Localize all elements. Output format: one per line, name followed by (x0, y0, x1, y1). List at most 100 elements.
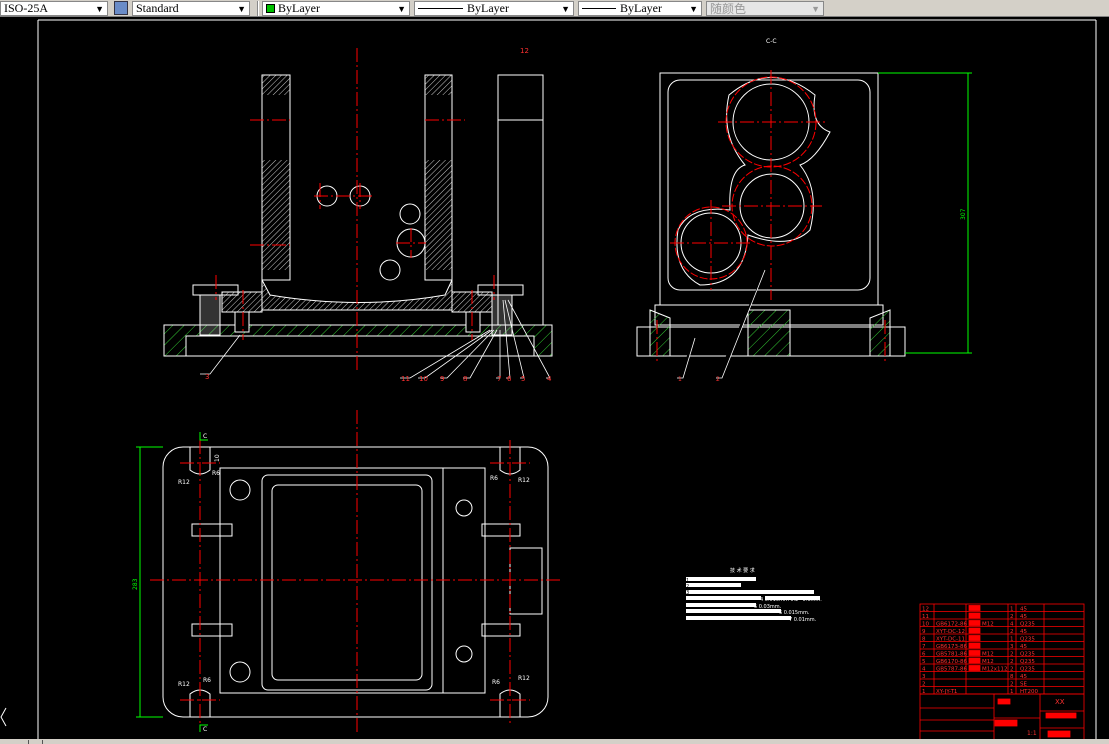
parts-cell-code: XY-JY-T1 (936, 689, 957, 695)
parts-cell-no: 2 (922, 681, 926, 687)
technical-requirements: 技 术 要 求 1 2 3 4 0.015mm 0.2~0.6mm. 5 0.0… (686, 567, 822, 623)
radius-label: R6 (212, 470, 220, 477)
balloon-1: 1 (678, 376, 682, 383)
parts-cell-mat: Q235 (1020, 636, 1035, 642)
parts-cell-no: 5 (922, 659, 926, 665)
dimension-307: 307 (960, 208, 967, 220)
tab-layout[interactable] (42, 740, 96, 744)
dimstyle-dropdown[interactable]: ISO-25A ▼ (0, 0, 108, 16)
chevron-down-icon: ▼ (397, 3, 406, 14)
parts-name-redacted (968, 642, 981, 649)
parts-cell-mat: Q235 (1020, 621, 1035, 627)
parts-cell-code: GB6173-86 (936, 644, 968, 650)
parts-cell-qty: 3 (1010, 644, 1014, 650)
parts-cell-qty: 2 (1010, 629, 1014, 635)
cut-label-bottom: C (203, 726, 207, 733)
parts-cell-qty: 1 (1010, 606, 1014, 612)
radius-label: R12 (518, 477, 530, 484)
parts-cell-code: GB5787-86 (936, 666, 968, 672)
dimension-10: 10 (214, 454, 221, 462)
toolbar-separator (257, 0, 259, 16)
linetype-preview (418, 7, 463, 9)
parts-cell-qty: 2 (1010, 614, 1014, 620)
parts-cell-no: 7 (922, 644, 926, 650)
parts-name-redacted (968, 605, 981, 611)
chevron-down-icon: ▼ (237, 3, 246, 14)
parts-name-redacted (968, 612, 981, 619)
parts-cell-no: 10 (922, 621, 929, 627)
parts-cell-qty: 1 (1010, 636, 1014, 642)
chevron-down-icon: ▼ (561, 3, 570, 14)
parts-name-redacted (968, 635, 981, 641)
parts-cell-mat: 45 (1020, 606, 1027, 612)
lineweight-dropdown[interactable]: ByLayer ▼ (578, 0, 702, 16)
parts-cell-qty: 1 (1010, 689, 1014, 695)
tech-line: 7 0.01mm. (789, 617, 817, 623)
parts-name-redacted (968, 657, 981, 664)
text-style-icon[interactable] (114, 1, 128, 15)
tech-title: 技 术 要 求 (730, 567, 755, 574)
parts-cell-mat: 45 (1020, 629, 1027, 635)
tech-line: 3 (686, 590, 689, 596)
plotstyle-dropdown: 随颜色 ▼ (706, 0, 824, 16)
color-swatch-icon (266, 3, 275, 13)
side-view: C-C 307 1 2 (636, 38, 972, 383)
parts-cell-no: 6 (922, 651, 926, 657)
parts-cell-spec: M12x112 (982, 666, 1008, 672)
front-view: 12 3 11 10 9 8 7 6 5 4 (163, 47, 553, 383)
parts-cell-code: GB5781-86 (936, 651, 968, 657)
properties-toolbar: ISO-25A ▼ Standard ▼ ByLayer ▼ ByLayer ▼ ByL… (0, 0, 1109, 17)
balloon-7: 7 (497, 375, 501, 383)
parts-name-redacted (968, 620, 981, 626)
radius-label: R6 (490, 475, 498, 482)
parts-cell-mat: Q235 (1020, 651, 1035, 657)
parts-cell-mat: HT200 (1020, 689, 1038, 695)
title-block: XX 1:1 12 1 4511 2 4510 GB6172-86 M12 4 Q2359 XYT… (919, 603, 1085, 739)
drawing-canvas[interactable]: 12 3 11 10 9 8 7 6 5 4 C-C 307 1 2 283 C… (0, 17, 1109, 739)
tech-line: 4 0.015mm 0.2~0.6mm. (760, 597, 822, 603)
scroll-left-icon[interactable] (0, 707, 7, 727)
balloon-4: 4 (547, 375, 552, 383)
parts-cell-qty: 2 (1010, 681, 1014, 687)
balloon-12: 12 (520, 47, 529, 55)
radius-label: R12 (518, 675, 530, 682)
balloon-5: 5 (521, 375, 525, 383)
parts-cell-no: 8 (922, 636, 926, 642)
parts-cell-spec: M12 (982, 651, 994, 657)
tech-line: 6 0.015mm. (779, 610, 810, 616)
balloon-3: 3 (205, 373, 209, 381)
parts-name-redacted (968, 627, 981, 634)
drawing-scale: 1:1 (1027, 730, 1037, 737)
balloon-9: 9 (440, 375, 444, 383)
parts-cell-qty: 8 (1010, 674, 1014, 680)
tab-model[interactable] (28, 740, 42, 744)
parts-cell-spec: M12 (982, 621, 994, 627)
parts-cell-mat: 45 (1020, 674, 1027, 680)
parts-cell-code: GB6170-86 (936, 659, 968, 665)
parts-cell-mat: Q235 (1020, 659, 1035, 665)
section-label: C-C (766, 38, 777, 45)
textstyle-dropdown[interactable]: Standard ▼ (132, 0, 250, 16)
parts-name-redacted (968, 665, 981, 671)
layout-tabs-bar (0, 739, 1109, 744)
parts-cell-mat: 45 (1020, 614, 1027, 620)
parts-cell-qty: 2 (1010, 666, 1014, 672)
radius-label: R12 (178, 479, 190, 486)
chevron-down-icon: ▼ (95, 3, 104, 14)
chevron-down-icon: ▼ (689, 3, 698, 14)
drawing-title: XX (1055, 698, 1065, 706)
parts-cell-code: XYT-DC-11 (936, 636, 965, 642)
balloon-2: 2 (716, 376, 720, 383)
layer-color-dropdown[interactable]: ByLayer ▼ (262, 0, 410, 16)
dimension-283: 283 (132, 578, 139, 590)
parts-cell-qty: 2 (1010, 651, 1014, 657)
lineweight-preview (582, 7, 616, 9)
parts-cell-no: 4 (922, 666, 926, 672)
linetype-dropdown[interactable]: ByLayer ▼ (414, 0, 574, 16)
balloon-8: 8 (463, 375, 467, 383)
parts-cell-no: 1 (922, 689, 926, 695)
balloon-6: 6 (507, 375, 512, 383)
balloon-10: 10 (419, 375, 428, 383)
parts-cell-no: 3 (922, 674, 926, 680)
parts-cell-mat: 45 (1020, 644, 1027, 650)
